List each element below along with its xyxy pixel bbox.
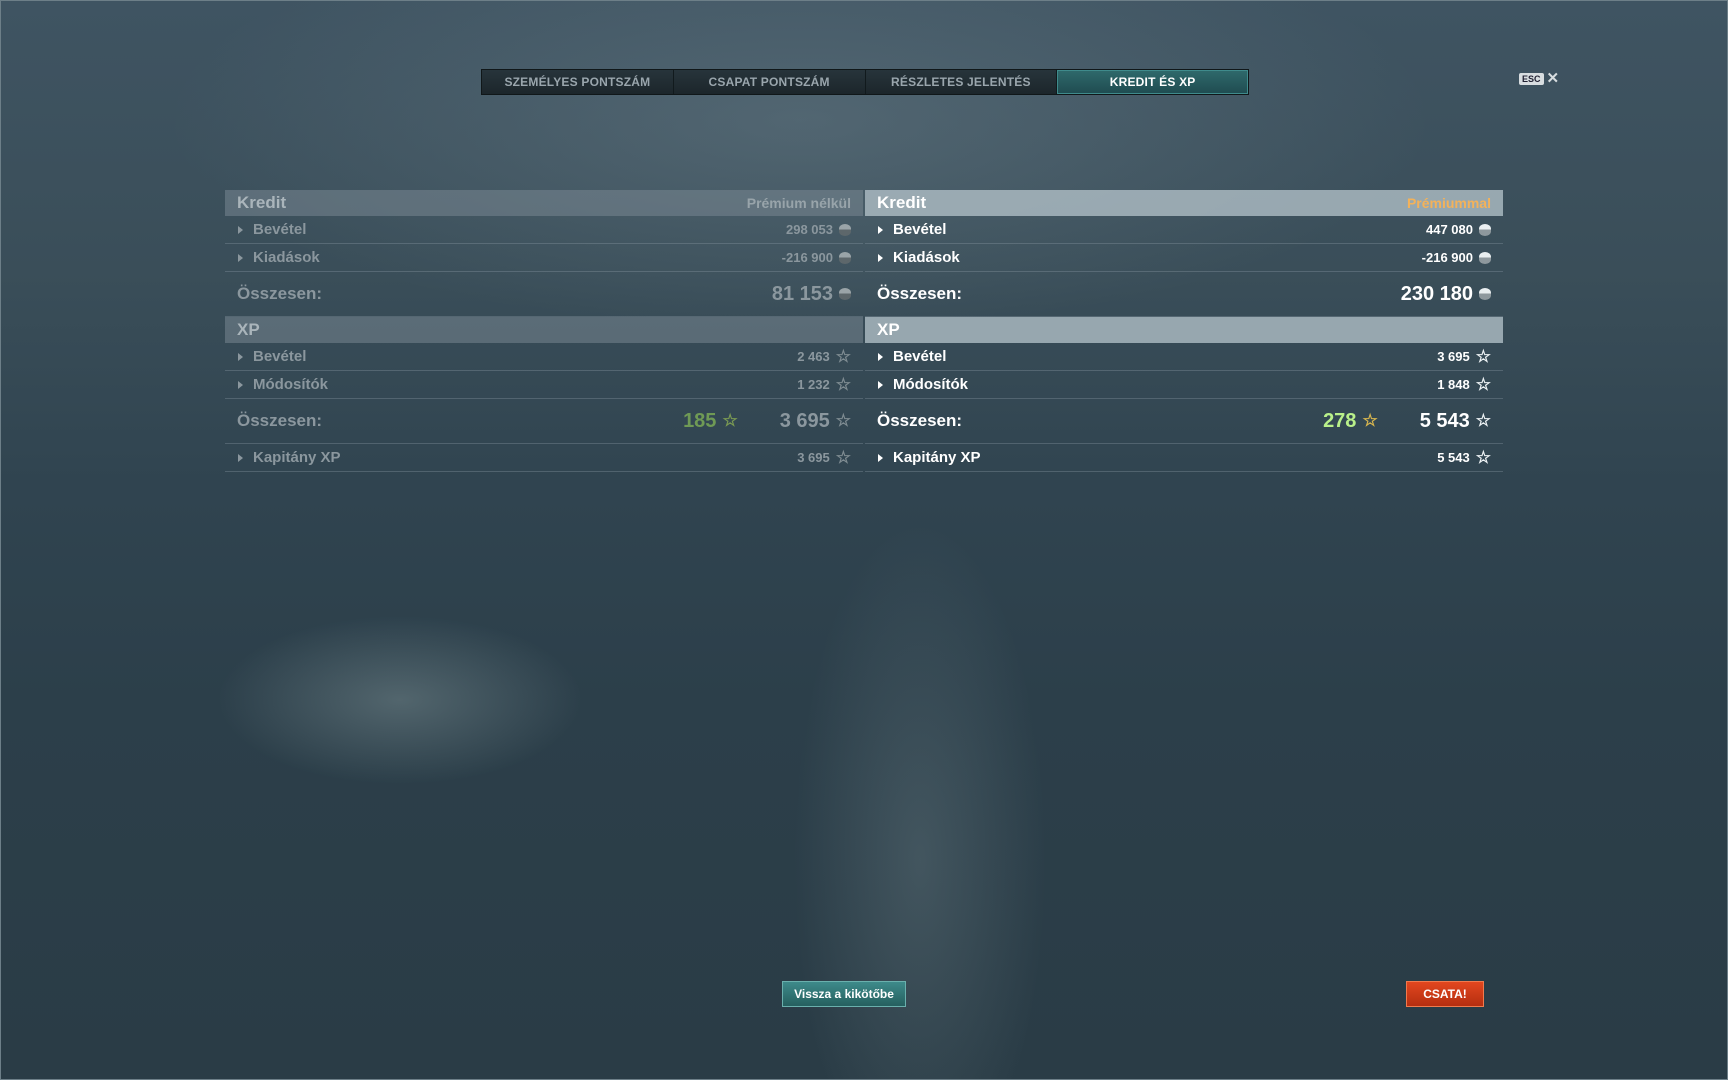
credit-expenses-row[interactable]: Kiadások -216 900 [225, 244, 863, 272]
star-icon: ☆ [1475, 346, 1491, 366]
xp-income-row[interactable]: Bevétel 3 695 ☆ [865, 343, 1503, 371]
row-label: Bevétel [893, 348, 947, 365]
credit-total-row: Összesen: 230 180 [865, 272, 1503, 317]
row-value: 447 080 [1426, 222, 1473, 237]
window-frame [0, 0, 1728, 1080]
star-icon: ☆ [835, 374, 851, 394]
tab-detailed-report[interactable]: RÉSZLETES JELENTÉS [865, 70, 1058, 94]
row-value: 5 543 [1437, 450, 1470, 465]
premium-tag: Prémiummal [1406, 195, 1491, 211]
xp-bonus-value: 278 [1323, 409, 1357, 432]
star-icon: ☆ [1475, 411, 1491, 430]
credit-coin-icon [839, 223, 851, 236]
expand-arrow-icon [878, 453, 883, 462]
row-label: Kiadások [253, 249, 320, 266]
credit-expenses-row[interactable]: Kiadások -216 900 [865, 244, 1503, 272]
total-label: Összesen: [877, 411, 963, 430]
xp-income-row[interactable]: Bevétel 2 463 ☆ [225, 343, 863, 371]
panel-without-premium: Kredit Prémium nélkül Bevétel 298 053 Ki… [225, 190, 863, 472]
xp-title: XP [237, 320, 260, 339]
credit-header: Kredit Prémiummal [865, 190, 1503, 216]
row-value: 3 695 [797, 450, 830, 465]
xp-total-row: Összesen: 278 ☆ 5 543 ☆ [865, 399, 1503, 444]
credit-total-value: 230 180 [1400, 282, 1473, 305]
expand-arrow-icon [238, 380, 243, 389]
tab-team-score[interactable]: CSAPAT PONTSZÁM [673, 70, 866, 94]
expand-arrow-icon [238, 253, 243, 262]
star-icon: ☆ [835, 447, 851, 467]
row-label: Bevétel [253, 221, 307, 238]
row-label: Kiadások [893, 249, 960, 266]
credit-coin-icon [839, 288, 851, 300]
xp-total-value: 5 543 [1419, 409, 1470, 432]
xp-bonus-value: 185 [683, 409, 717, 432]
row-label: Módosítók [253, 376, 328, 393]
xp-header: XP [865, 317, 1503, 343]
captain-xp-row[interactable]: Kapitány XP 5 543 ☆ [865, 444, 1503, 472]
total-label: Összesen: [237, 284, 323, 303]
premium-tag: Prémium nélkül [746, 195, 851, 211]
expand-arrow-icon [238, 225, 243, 234]
star-icon: ☆ [835, 411, 851, 430]
total-label: Összesen: [877, 284, 963, 303]
credit-income-row[interactable]: Bevétel 447 080 [865, 216, 1503, 244]
close-icon: ✕ [1546, 70, 1560, 87]
expand-arrow-icon [878, 352, 883, 361]
row-label: Módosítók [893, 376, 968, 393]
credit-coin-icon [839, 251, 851, 264]
row-value: 1 232 [797, 377, 830, 392]
expand-arrow-icon [238, 352, 243, 361]
credit-header: Kredit Prémium nélkül [225, 190, 863, 216]
row-label: Kapitány XP [253, 449, 341, 466]
row-value: -216 900 [781, 250, 833, 265]
credit-title: Kredit [237, 193, 287, 212]
battle-button[interactable]: CSATA! [1406, 981, 1484, 1007]
credit-income-row[interactable]: Bevétel 298 053 [225, 216, 863, 244]
credit-title: Kredit [877, 193, 927, 212]
total-label: Összesen: [237, 411, 323, 430]
expand-arrow-icon [878, 225, 883, 234]
credit-coin-icon [1479, 251, 1491, 264]
star-icon: ☆ [722, 411, 738, 430]
row-value: 298 053 [786, 222, 833, 237]
row-value: 2 463 [797, 349, 830, 364]
row-value: -216 900 [1421, 250, 1473, 265]
xp-total-value: 3 695 [779, 409, 830, 432]
xp-header: XP [225, 317, 863, 343]
star-icon: ☆ [1475, 374, 1491, 394]
tab-bar: SZEMÉLYES PONTSZÁM CSAPAT PONTSZÁM RÉSZL… [481, 69, 1249, 95]
esc-close-button[interactable]: ESC ✕ [1519, 70, 1560, 87]
captain-xp-row[interactable]: Kapitány XP 3 695 ☆ [225, 444, 863, 472]
star-icon: ☆ [835, 346, 851, 366]
expand-arrow-icon [238, 453, 243, 462]
xp-modifiers-row[interactable]: Módosítók 1 848 ☆ [865, 371, 1503, 399]
xp-modifiers-row[interactable]: Módosítók 1 232 ☆ [225, 371, 863, 399]
credit-coin-icon [1479, 223, 1491, 236]
credit-total-value: 81 153 [771, 282, 833, 305]
xp-total-row: Összesen: 185 ☆ 3 695 ☆ [225, 399, 863, 444]
expand-arrow-icon [878, 380, 883, 389]
row-label: Bevétel [893, 221, 947, 238]
star-icon: ☆ [1475, 447, 1491, 467]
row-label: Bevétel [253, 348, 307, 365]
credit-coin-icon [1479, 288, 1491, 300]
expand-arrow-icon [878, 253, 883, 262]
tab-personal-score[interactable]: SZEMÉLYES PONTSZÁM [482, 70, 674, 94]
row-value: 1 848 [1437, 377, 1470, 392]
tab-credits-xp[interactable]: KREDIT ÉS XP [1057, 70, 1248, 94]
row-value: 3 695 [1437, 349, 1470, 364]
back-to-port-button[interactable]: Vissza a kikötőbe [782, 981, 906, 1007]
xp-title: XP [877, 320, 900, 339]
credit-total-row: Összesen: 81 153 [225, 272, 863, 317]
esc-key-badge: ESC [1519, 73, 1544, 85]
panel-with-premium: Kredit Prémiummal Bevétel 447 080 Kiadás… [865, 190, 1503, 472]
row-label: Kapitány XP [893, 449, 981, 466]
star-icon: ☆ [1362, 411, 1378, 430]
